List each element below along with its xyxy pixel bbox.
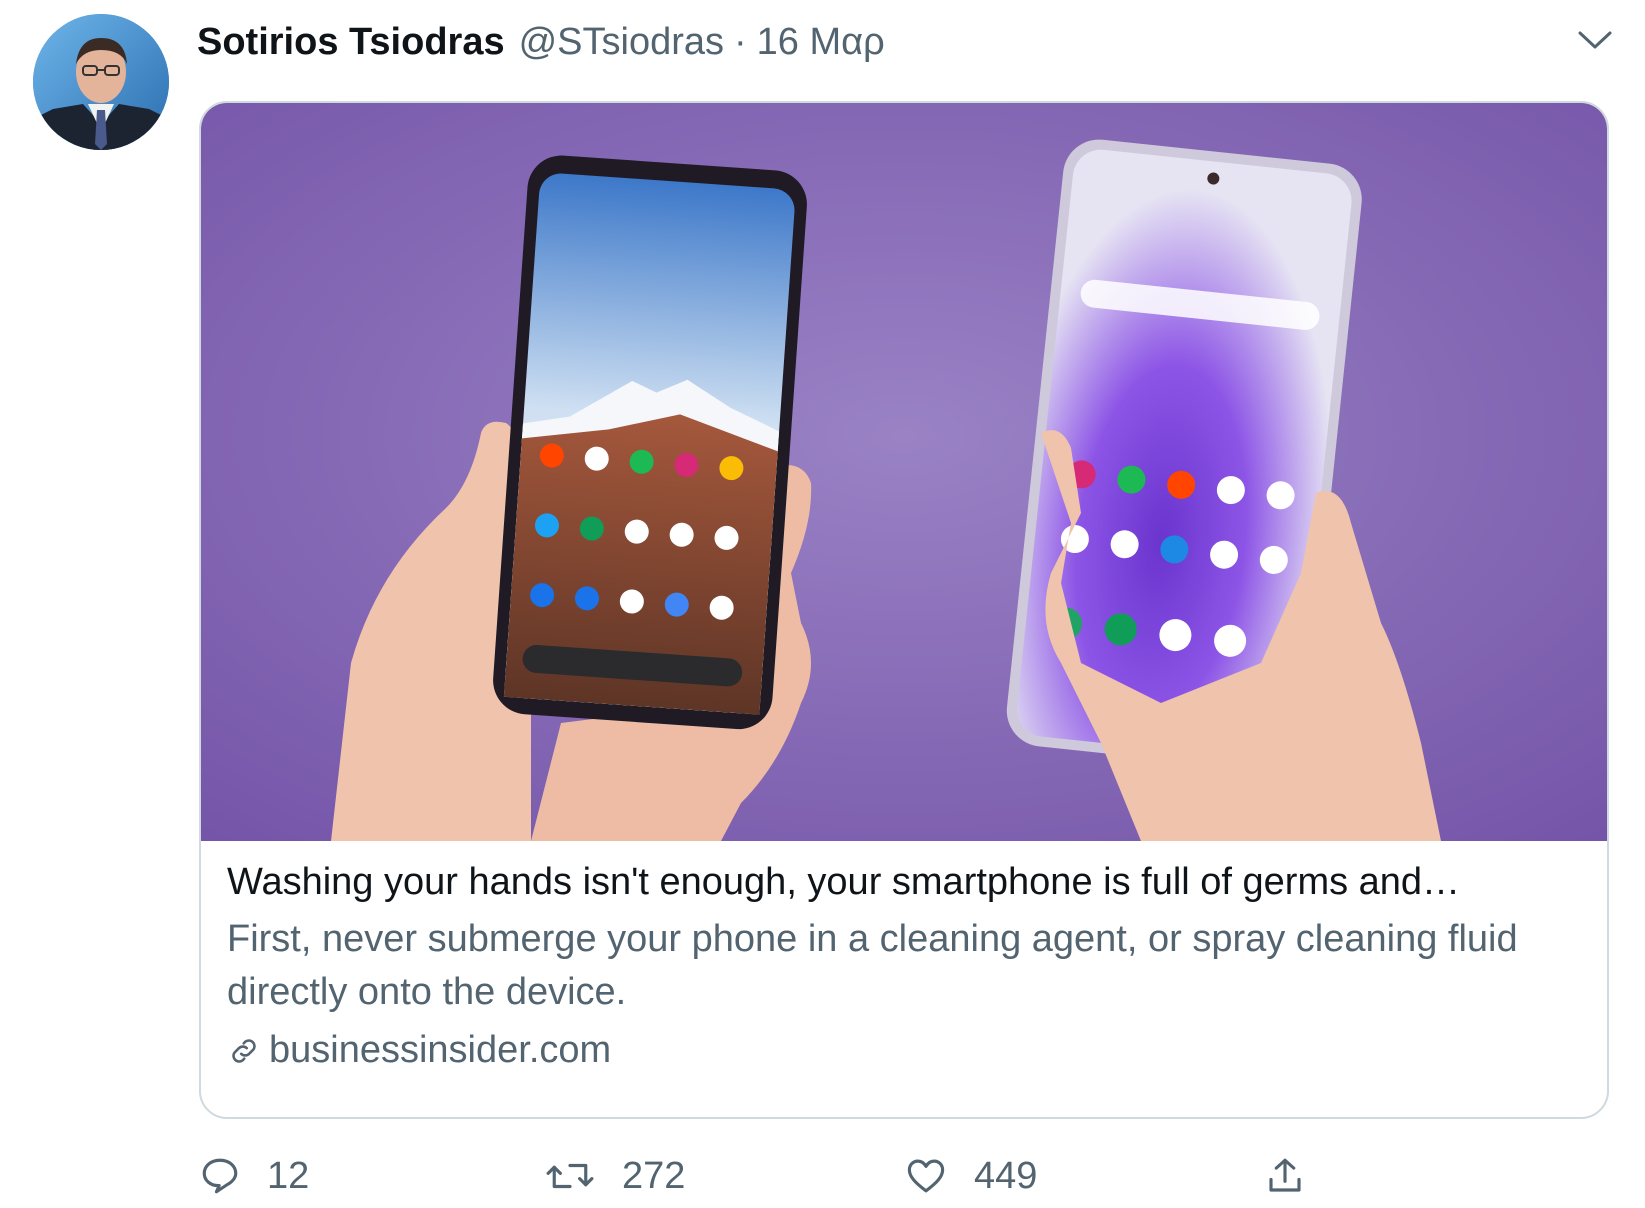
tweet-date[interactable]: 16 Μαρ	[757, 21, 885, 64]
share-icon	[1269, 1158, 1301, 1192]
tweet-actions: 12 272 449	[199, 1148, 1399, 1208]
separator-dot: ·	[734, 20, 747, 63]
chevron-down-icon[interactable]	[1575, 20, 1615, 60]
tweet-header: Sotirios Tsiodras @STsiodras · 16 Μαρ	[197, 14, 885, 70]
card-domain: businessinsider.com	[269, 1029, 612, 1071]
retweet-count: 272	[622, 1154, 686, 1197]
card-description: First, never submerge your phone in a cl…	[227, 918, 1518, 1013]
like-count: 449	[974, 1154, 1038, 1197]
author-avatar[interactable]	[33, 14, 169, 150]
card-domain-row: businessinsider.com	[227, 1029, 1581, 1072]
card-image	[201, 103, 1607, 841]
link-icon	[232, 1038, 256, 1063]
link-card[interactable]: Washing your hands isn't enough, your sm…	[199, 101, 1609, 1119]
author-handle[interactable]: @STsiodras	[519, 21, 724, 64]
like-button[interactable]: 449	[904, 1148, 1037, 1204]
reply-count: 12	[267, 1154, 310, 1197]
reply-icon	[202, 1158, 238, 1194]
like-icon	[907, 1159, 945, 1193]
author-name[interactable]: Sotirios Tsiodras	[197, 21, 505, 64]
card-title: Washing your hands isn't enough, your sm…	[227, 861, 1461, 903]
share-button[interactable]	[1264, 1148, 1332, 1204]
retweet-button[interactable]: 272	[544, 1148, 685, 1204]
reply-button[interactable]: 12	[199, 1148, 309, 1204]
retweet-icon	[546, 1163, 594, 1189]
